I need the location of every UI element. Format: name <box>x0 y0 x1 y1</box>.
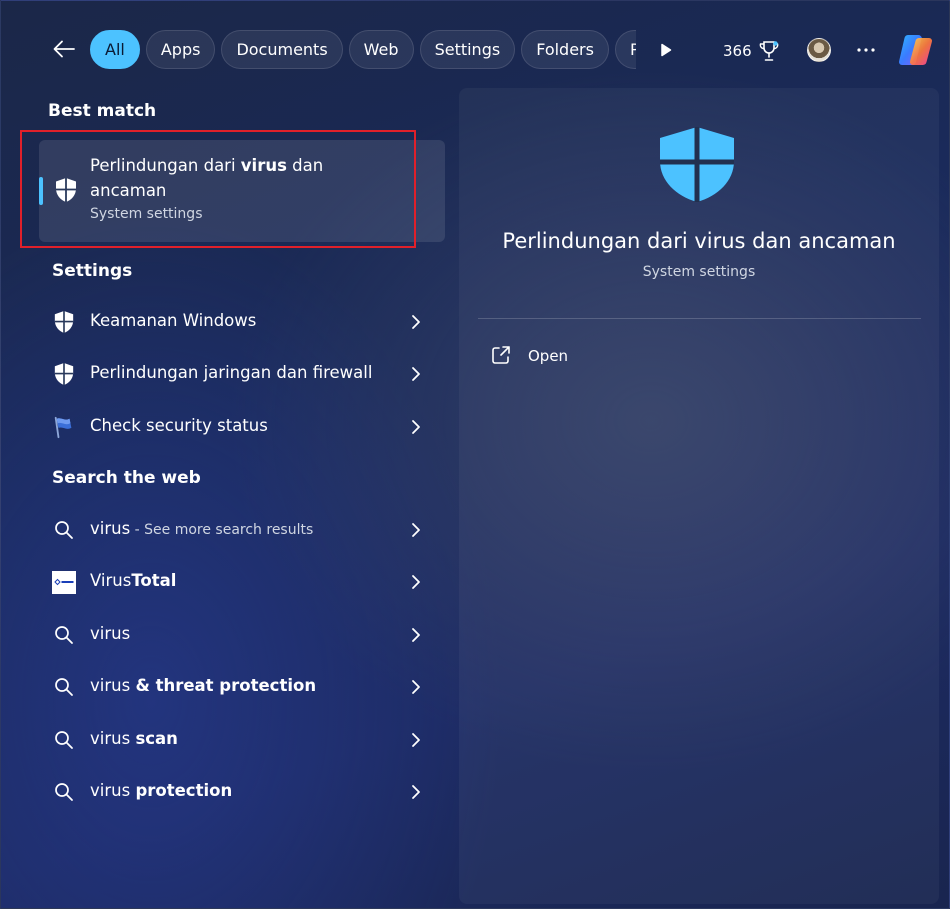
ellipsis-icon <box>857 48 875 52</box>
web-result-label: virus & threat protection <box>90 676 317 695</box>
divider <box>478 318 921 319</box>
search-web-heading: Search the web <box>52 468 201 488</box>
best-match-heading: Best match <box>48 101 157 121</box>
web-result-virus-protection[interactable]: virus protection <box>39 770 445 814</box>
detail-pane <box>459 88 939 904</box>
account-avatar[interactable] <box>807 38 831 62</box>
web-result-label: virus <box>90 624 131 643</box>
chevron-right-icon <box>412 420 420 434</box>
filter-chips: All Apps Documents Web Settings Folders … <box>90 30 636 70</box>
chip-all[interactable]: All <box>90 30 140 69</box>
web-result-label: VirusTotal <box>90 571 177 590</box>
shield-icon <box>52 362 76 386</box>
more-filters-button[interactable] <box>651 37 681 63</box>
web-result-label: virus - See more search results <box>90 519 314 538</box>
back-button[interactable] <box>47 31 81 67</box>
search-icon <box>52 728 76 752</box>
chevron-right-icon <box>412 628 420 642</box>
rewards-points[interactable]: 366 <box>723 39 780 63</box>
shield-icon <box>660 127 734 202</box>
settings-item-firewall[interactable]: Perlindungan jaringan dan firewall <box>39 352 445 396</box>
web-result-virus-scan[interactable]: virus scan <box>39 718 445 762</box>
search-filter-bar: All Apps Documents Web Settings Folders … <box>1 25 950 73</box>
web-result-virus-more[interactable]: virus - See more search results <box>39 508 445 552</box>
open-label: Open <box>528 347 569 365</box>
chevron-right-icon <box>412 367 420 381</box>
search-icon <box>52 780 76 804</box>
web-result-label: virus protection <box>90 781 233 800</box>
chevron-right-icon <box>412 315 420 329</box>
start-search-panel: All Apps Documents Web Settings Folders … <box>0 0 950 909</box>
chip-photos[interactable]: Photos <box>614 30 636 69</box>
chip-settings[interactable]: Settings <box>419 30 516 69</box>
web-result-threat-protection[interactable]: virus & threat protection <box>39 665 445 709</box>
play-icon <box>661 43 672 57</box>
chevron-right-icon <box>412 733 420 747</box>
settings-item-label: Check security status <box>90 416 268 435</box>
chip-documents[interactable]: Documents <box>221 30 343 69</box>
search-icon <box>52 623 76 647</box>
best-match-title: Perlindungan dari virus dan ancaman <box>90 156 324 200</box>
chevron-right-icon <box>412 523 420 537</box>
best-match-subtitle: System settings <box>90 206 203 222</box>
chevron-right-icon <box>412 785 420 799</box>
shield-icon <box>54 177 78 203</box>
shield-icon <box>52 310 76 334</box>
web-result-virus[interactable]: virus <box>39 613 445 657</box>
chip-web[interactable]: Web <box>348 30 414 69</box>
settings-item-keamanan-windows[interactable]: Keamanan Windows <box>39 300 445 344</box>
virustotal-logo-icon <box>52 570 76 594</box>
arrow-left-icon <box>53 40 75 58</box>
chip-folders[interactable]: Folders <box>521 30 609 69</box>
flag-icon <box>52 415 76 439</box>
selection-indicator <box>39 177 43 205</box>
web-result-virustotal[interactable]: VirusTotal <box>39 560 445 604</box>
copilot-button[interactable] <box>896 32 936 68</box>
search-icon <box>52 518 76 542</box>
settings-item-check-security[interactable]: Check security status <box>39 405 445 449</box>
detail-subtitle: System settings <box>642 264 756 280</box>
chevron-right-icon <box>412 680 420 694</box>
settings-item-label: Perlindungan jaringan dan firewall <box>90 363 373 382</box>
open-external-icon <box>492 346 510 364</box>
chevron-right-icon <box>412 575 420 589</box>
trophy-icon <box>759 41 778 61</box>
search-icon <box>52 675 76 699</box>
copilot-icon <box>898 35 933 66</box>
chip-apps[interactable]: Apps <box>145 30 216 69</box>
open-action[interactable]: Open <box>491 341 691 371</box>
settings-heading: Settings <box>52 261 133 281</box>
points-value: 366 <box>723 42 752 60</box>
detail-title: Perlindungan dari virus dan ancaman <box>502 229 896 253</box>
web-result-label: virus scan <box>90 729 178 748</box>
more-options-button[interactable] <box>853 38 879 62</box>
settings-item-label: Keamanan Windows <box>90 311 257 330</box>
